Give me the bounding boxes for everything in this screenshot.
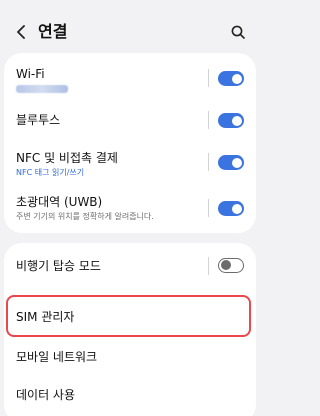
- wifi-toggle[interactable]: [218, 71, 244, 86]
- back-arrow-icon: [17, 25, 25, 39]
- uwb-row[interactable]: 초광대역 (UWB) 주변 기기의 위치를 정확하게 알려줍니다.: [4, 183, 256, 231]
- connectivity-card: Wi-Fi 블루투스 NFC 및 비접촉 결제 NFC 태그 읽기/쓰기 초광대…: [4, 53, 256, 233]
- data-usage-title: 데이터 사용: [16, 388, 76, 402]
- search-icon: [231, 25, 245, 39]
- uwb-divider: [208, 199, 209, 217]
- mobile-network-title: 모바일 네트워크: [16, 350, 98, 364]
- nfc-title: NFC 및 비접촉 결제: [16, 151, 118, 165]
- search-button[interactable]: [228, 22, 248, 42]
- data-usage-row[interactable]: 데이터 사용: [4, 377, 256, 413]
- bluetooth-title: 블루투스: [16, 113, 61, 127]
- airplane-mode-row[interactable]: 비행기 탑승 모드: [4, 243, 256, 289]
- mobile-network-row[interactable]: 모바일 네트워크: [4, 339, 256, 375]
- nfc-row[interactable]: NFC 및 비접촉 결제 NFC 태그 읽기/쓰기: [4, 139, 256, 183]
- wifi-divider: [208, 69, 209, 87]
- sim-manager-highlight: [6, 295, 251, 337]
- nfc-toggle[interactable]: [218, 155, 244, 170]
- airplane-mode-divider: [208, 257, 209, 275]
- bluetooth-divider: [208, 111, 209, 129]
- bluetooth-row[interactable]: 블루투스: [4, 101, 256, 139]
- uwb-title: 초광대역 (UWB): [16, 195, 103, 209]
- wifi-title: Wi-Fi: [16, 67, 45, 81]
- airplane-mode-toggle[interactable]: [218, 258, 244, 273]
- uwb-toggle[interactable]: [218, 201, 244, 216]
- wifi-row[interactable]: Wi-Fi: [4, 53, 256, 101]
- page-title: 연결: [38, 22, 68, 41]
- wifi-network-name-redacted: [16, 85, 68, 93]
- uwb-subtitle: 주변 기기의 위치를 정확하게 알려줍니다.: [16, 212, 154, 221]
- nfc-subtitle: NFC 태그 읽기/쓰기: [16, 168, 85, 177]
- back-button[interactable]: [10, 20, 32, 44]
- nfc-divider: [208, 153, 209, 171]
- bluetooth-toggle[interactable]: [218, 113, 244, 128]
- airplane-mode-title: 비행기 탑승 모드: [16, 259, 101, 273]
